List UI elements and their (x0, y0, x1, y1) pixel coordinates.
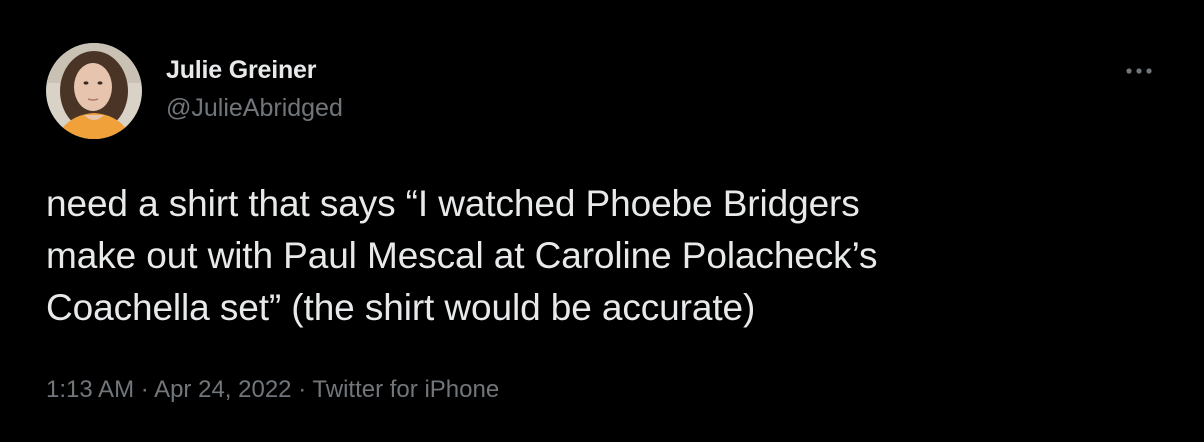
tweet-meta: 1:13 AM · Apr 24, 2022 · Twitter for iPh… (46, 373, 499, 407)
meta-separator: · (298, 376, 312, 403)
user-handle[interactable]: @JulieAbridged (166, 93, 343, 123)
display-name[interactable]: Julie Greiner (166, 55, 343, 85)
meta-separator: · (141, 376, 154, 403)
tweet-source[interactable]: Twitter for iPhone (312, 376, 499, 403)
more-options-button[interactable] (1122, 61, 1156, 81)
avatar[interactable] (46, 43, 142, 139)
tweet-text: need a shirt that says “I watched Phoebe… (46, 183, 878, 328)
more-horizontal-icon (1126, 68, 1152, 74)
tweet-date[interactable]: Apr 24, 2022 (154, 376, 291, 403)
separator-dot: · (140, 376, 149, 403)
separator-dot: · (298, 376, 307, 403)
tweet-header: Julie Greiner @JulieAbridged (46, 43, 1164, 141)
tweet-card: Julie Greiner @JulieAbridged need a shir… (0, 0, 1204, 442)
avatar-image (46, 43, 142, 139)
tweet-time[interactable]: 1:13 AM (46, 376, 134, 403)
author-names: Julie Greiner @JulieAbridged (166, 55, 343, 123)
